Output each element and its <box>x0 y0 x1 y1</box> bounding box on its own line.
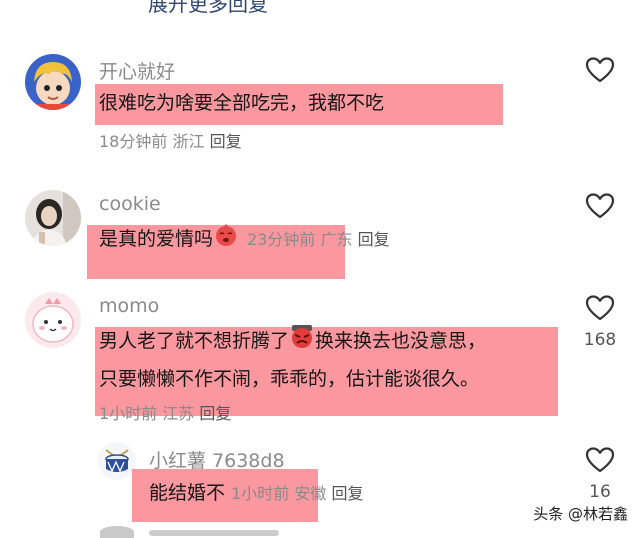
reply-text-row: 能结婚不 1小时前 安徽 回复 <box>149 474 363 513</box>
drum-avatar-icon <box>98 442 136 480</box>
like-button[interactable] <box>585 446 615 478</box>
comment-text-line1: 男人老了就不想折腾了 换来换去也没意思， <box>99 322 486 361</box>
reply-text: 能结婚不 <box>149 482 226 504</box>
cartoon-boy-avatar-icon <box>25 54 81 110</box>
like-button[interactable] <box>585 192 615 224</box>
reply-button[interactable]: 回复 <box>210 132 242 151</box>
avatar-momo[interactable] <box>25 292 81 348</box>
girl-photo-avatar-icon <box>25 190 81 246</box>
comment-meta: 1小时前 江苏 回复 <box>99 400 231 424</box>
like-count: 16 <box>589 482 611 502</box>
expand-more-replies-link[interactable]: 展开更多回复 <box>148 0 268 17</box>
reply-location: 安徽 <box>294 484 327 503</box>
avatar-cookie[interactable] <box>25 190 81 246</box>
comment-time: 18分钟前 <box>99 132 168 151</box>
comment-text: 是真的爱情吗 <box>99 228 214 250</box>
reply-button[interactable]: 回复 <box>331 484 363 503</box>
like-button[interactable] <box>585 294 615 326</box>
avatar-xiaohongshu[interactable] <box>98 442 136 480</box>
next-reply-username-partial <box>149 530 279 536</box>
heart-icon <box>585 447 615 473</box>
comment-text: 很难吃为啥要全部吃完，我都不吃 <box>99 92 385 114</box>
pink-dinosaur-avatar-icon <box>25 292 81 348</box>
angry-red-emoji-icon <box>289 323 315 361</box>
comment-username[interactable]: 开心就好 <box>99 57 175 84</box>
reply-time: 1小时前 <box>231 484 290 503</box>
comment-text-line2: 只要懒懒不作不闹，乖乖的，估计能谈很久。 <box>99 368 480 390</box>
reply-button[interactable]: 回复 <box>358 230 390 249</box>
heart-icon <box>585 57 615 83</box>
watermark: 头条 @林若鑫 <box>533 505 628 523</box>
comment-username[interactable]: momo <box>99 295 159 317</box>
comment-location: 广东 <box>320 230 353 249</box>
comment-text-part: 换来换去也没意思， <box>315 330 487 352</box>
comment-time: 1小时前 <box>99 404 158 423</box>
comment-time: 23分钟前 <box>247 230 316 249</box>
heart-icon <box>585 193 615 219</box>
comment-text-part: 男人老了就不想折腾了 <box>99 330 290 352</box>
comment-location: 浙江 <box>172 132 205 151</box>
comment-text-row: 是真的爱情吗 23分钟前 广东 回复 <box>99 220 390 259</box>
like-button[interactable] <box>585 56 615 88</box>
like-count: 168 <box>583 330 617 350</box>
comment-location: 江苏 <box>162 404 195 423</box>
reply-button[interactable]: 回复 <box>199 404 231 423</box>
red-blush-emoji-icon <box>213 221 239 259</box>
next-reply-avatar-partial <box>100 526 134 538</box>
heart-icon <box>585 295 615 321</box>
avatar-kaixin[interactable] <box>25 54 81 110</box>
comment-meta: 18分钟前 浙江 回复 <box>99 128 242 152</box>
comment-username[interactable]: cookie <box>99 193 161 215</box>
